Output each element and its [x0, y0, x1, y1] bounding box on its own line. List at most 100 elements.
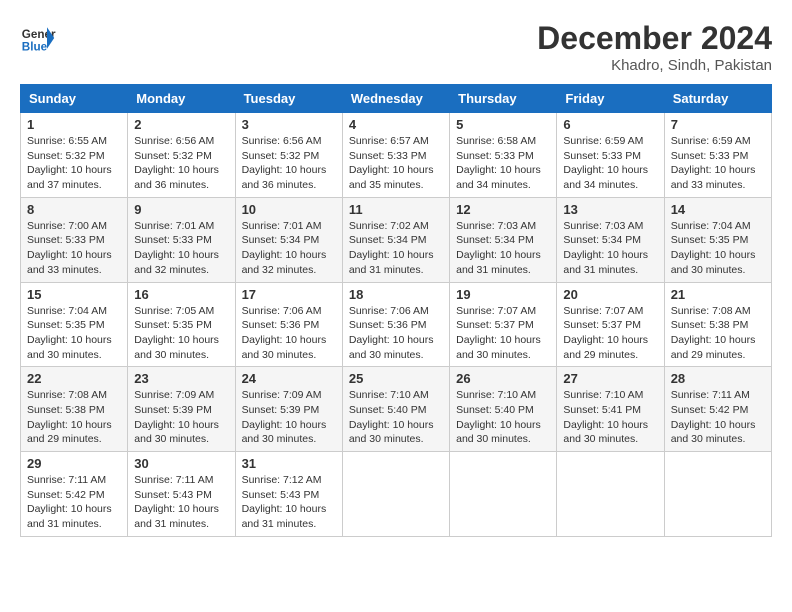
day-number: 17 — [242, 287, 336, 302]
logo-icon: General Blue — [20, 20, 56, 56]
calendar-cell: 29 Sunrise: 7:11 AM Sunset: 5:42 PM Dayl… — [21, 452, 128, 537]
title-block: December 2024 Khadro, Sindh, Pakistan — [537, 20, 772, 74]
day-number: 5 — [456, 117, 550, 132]
calendar-cell: 28 Sunrise: 7:11 AM Sunset: 5:42 PM Dayl… — [664, 367, 771, 452]
day-info: Sunrise: 7:09 AM Sunset: 5:39 PM Dayligh… — [134, 388, 228, 447]
header-tuesday: Tuesday — [235, 85, 342, 113]
calendar-cell: 18 Sunrise: 7:06 AM Sunset: 5:36 PM Dayl… — [342, 282, 449, 367]
day-number: 1 — [27, 117, 121, 132]
day-info: Sunrise: 6:55 AM Sunset: 5:32 PM Dayligh… — [27, 134, 121, 193]
calendar-cell: 2 Sunrise: 6:56 AM Sunset: 5:32 PM Dayli… — [128, 113, 235, 198]
day-info: Sunrise: 7:04 AM Sunset: 5:35 PM Dayligh… — [27, 304, 121, 363]
day-info: Sunrise: 7:11 AM Sunset: 5:43 PM Dayligh… — [134, 473, 228, 532]
calendar-cell: 20 Sunrise: 7:07 AM Sunset: 5:37 PM Dayl… — [557, 282, 664, 367]
calendar-cell: 27 Sunrise: 7:10 AM Sunset: 5:41 PM Dayl… — [557, 367, 664, 452]
day-info: Sunrise: 7:06 AM Sunset: 5:36 PM Dayligh… — [242, 304, 336, 363]
day-number: 29 — [27, 456, 121, 471]
calendar-cell: 6 Sunrise: 6:59 AM Sunset: 5:33 PM Dayli… — [557, 113, 664, 198]
calendar-cell: 21 Sunrise: 7:08 AM Sunset: 5:38 PM Dayl… — [664, 282, 771, 367]
calendar-cell — [664, 452, 771, 537]
week-row-2: 8 Sunrise: 7:00 AM Sunset: 5:33 PM Dayli… — [21, 197, 772, 282]
day-number: 9 — [134, 202, 228, 217]
day-info: Sunrise: 7:11 AM Sunset: 5:42 PM Dayligh… — [671, 388, 765, 447]
calendar-cell: 9 Sunrise: 7:01 AM Sunset: 5:33 PM Dayli… — [128, 197, 235, 282]
day-info: Sunrise: 7:06 AM Sunset: 5:36 PM Dayligh… — [349, 304, 443, 363]
day-info: Sunrise: 7:07 AM Sunset: 5:37 PM Dayligh… — [563, 304, 657, 363]
day-number: 15 — [27, 287, 121, 302]
day-info: Sunrise: 7:03 AM Sunset: 5:34 PM Dayligh… — [456, 219, 550, 278]
day-number: 8 — [27, 202, 121, 217]
day-info: Sunrise: 6:59 AM Sunset: 5:33 PM Dayligh… — [563, 134, 657, 193]
header-sunday: Sunday — [21, 85, 128, 113]
month-title: December 2024 — [537, 20, 772, 57]
header-monday: Monday — [128, 85, 235, 113]
day-number: 16 — [134, 287, 228, 302]
calendar-cell: 1 Sunrise: 6:55 AM Sunset: 5:32 PM Dayli… — [21, 113, 128, 198]
svg-text:Blue: Blue — [22, 41, 48, 54]
calendar-cell: 14 Sunrise: 7:04 AM Sunset: 5:35 PM Dayl… — [664, 197, 771, 282]
calendar-cell: 17 Sunrise: 7:06 AM Sunset: 5:36 PM Dayl… — [235, 282, 342, 367]
header-wednesday: Wednesday — [342, 85, 449, 113]
calendar-cell: 12 Sunrise: 7:03 AM Sunset: 5:34 PM Dayl… — [450, 197, 557, 282]
day-info: Sunrise: 7:12 AM Sunset: 5:43 PM Dayligh… — [242, 473, 336, 532]
calendar-cell: 30 Sunrise: 7:11 AM Sunset: 5:43 PM Dayl… — [128, 452, 235, 537]
calendar-cell: 11 Sunrise: 7:02 AM Sunset: 5:34 PM Dayl… — [342, 197, 449, 282]
day-number: 14 — [671, 202, 765, 217]
week-row-3: 15 Sunrise: 7:04 AM Sunset: 5:35 PM Dayl… — [21, 282, 772, 367]
header-saturday: Saturday — [664, 85, 771, 113]
calendar-cell: 13 Sunrise: 7:03 AM Sunset: 5:34 PM Dayl… — [557, 197, 664, 282]
page-header: General Blue December 2024 Khadro, Sindh… — [20, 20, 772, 74]
calendar-cell: 24 Sunrise: 7:09 AM Sunset: 5:39 PM Dayl… — [235, 367, 342, 452]
week-row-1: 1 Sunrise: 6:55 AM Sunset: 5:32 PM Dayli… — [21, 113, 772, 198]
day-number: 20 — [563, 287, 657, 302]
day-info: Sunrise: 6:58 AM Sunset: 5:33 PM Dayligh… — [456, 134, 550, 193]
day-number: 23 — [134, 371, 228, 386]
logo: General Blue — [20, 20, 56, 56]
day-number: 22 — [27, 371, 121, 386]
calendar-cell: 31 Sunrise: 7:12 AM Sunset: 5:43 PM Dayl… — [235, 452, 342, 537]
day-number: 28 — [671, 371, 765, 386]
calendar-cell: 25 Sunrise: 7:10 AM Sunset: 5:40 PM Dayl… — [342, 367, 449, 452]
calendar-cell: 7 Sunrise: 6:59 AM Sunset: 5:33 PM Dayli… — [664, 113, 771, 198]
day-info: Sunrise: 6:56 AM Sunset: 5:32 PM Dayligh… — [134, 134, 228, 193]
calendar-cell: 5 Sunrise: 6:58 AM Sunset: 5:33 PM Dayli… — [450, 113, 557, 198]
calendar-cell: 15 Sunrise: 7:04 AM Sunset: 5:35 PM Dayl… — [21, 282, 128, 367]
day-info: Sunrise: 7:03 AM Sunset: 5:34 PM Dayligh… — [563, 219, 657, 278]
day-info: Sunrise: 7:11 AM Sunset: 5:42 PM Dayligh… — [27, 473, 121, 532]
day-number: 18 — [349, 287, 443, 302]
week-row-5: 29 Sunrise: 7:11 AM Sunset: 5:42 PM Dayl… — [21, 452, 772, 537]
day-info: Sunrise: 6:59 AM Sunset: 5:33 PM Dayligh… — [671, 134, 765, 193]
header-friday: Friday — [557, 85, 664, 113]
calendar-cell: 23 Sunrise: 7:09 AM Sunset: 5:39 PM Dayl… — [128, 367, 235, 452]
calendar-cell — [450, 452, 557, 537]
day-number: 11 — [349, 202, 443, 217]
day-info: Sunrise: 7:02 AM Sunset: 5:34 PM Dayligh… — [349, 219, 443, 278]
day-info: Sunrise: 7:09 AM Sunset: 5:39 PM Dayligh… — [242, 388, 336, 447]
day-info: Sunrise: 7:10 AM Sunset: 5:41 PM Dayligh… — [563, 388, 657, 447]
calendar-cell: 3 Sunrise: 6:56 AM Sunset: 5:32 PM Dayli… — [235, 113, 342, 198]
calendar-cell: 8 Sunrise: 7:00 AM Sunset: 5:33 PM Dayli… — [21, 197, 128, 282]
day-number: 10 — [242, 202, 336, 217]
day-number: 31 — [242, 456, 336, 471]
day-number: 12 — [456, 202, 550, 217]
day-number: 19 — [456, 287, 550, 302]
day-number: 4 — [349, 117, 443, 132]
calendar-cell — [342, 452, 449, 537]
day-info: Sunrise: 7:01 AM Sunset: 5:34 PM Dayligh… — [242, 219, 336, 278]
day-info: Sunrise: 6:56 AM Sunset: 5:32 PM Dayligh… — [242, 134, 336, 193]
day-number: 13 — [563, 202, 657, 217]
day-info: Sunrise: 7:07 AM Sunset: 5:37 PM Dayligh… — [456, 304, 550, 363]
day-info: Sunrise: 7:05 AM Sunset: 5:35 PM Dayligh… — [134, 304, 228, 363]
day-number: 3 — [242, 117, 336, 132]
calendar-cell: 4 Sunrise: 6:57 AM Sunset: 5:33 PM Dayli… — [342, 113, 449, 198]
day-number: 2 — [134, 117, 228, 132]
day-info: Sunrise: 7:10 AM Sunset: 5:40 PM Dayligh… — [349, 388, 443, 447]
day-number: 30 — [134, 456, 228, 471]
day-info: Sunrise: 6:57 AM Sunset: 5:33 PM Dayligh… — [349, 134, 443, 193]
day-number: 6 — [563, 117, 657, 132]
calendar-cell: 22 Sunrise: 7:08 AM Sunset: 5:38 PM Dayl… — [21, 367, 128, 452]
day-info: Sunrise: 7:01 AM Sunset: 5:33 PM Dayligh… — [134, 219, 228, 278]
calendar-cell: 16 Sunrise: 7:05 AM Sunset: 5:35 PM Dayl… — [128, 282, 235, 367]
week-row-4: 22 Sunrise: 7:08 AM Sunset: 5:38 PM Dayl… — [21, 367, 772, 452]
calendar-cell: 26 Sunrise: 7:10 AM Sunset: 5:40 PM Dayl… — [450, 367, 557, 452]
